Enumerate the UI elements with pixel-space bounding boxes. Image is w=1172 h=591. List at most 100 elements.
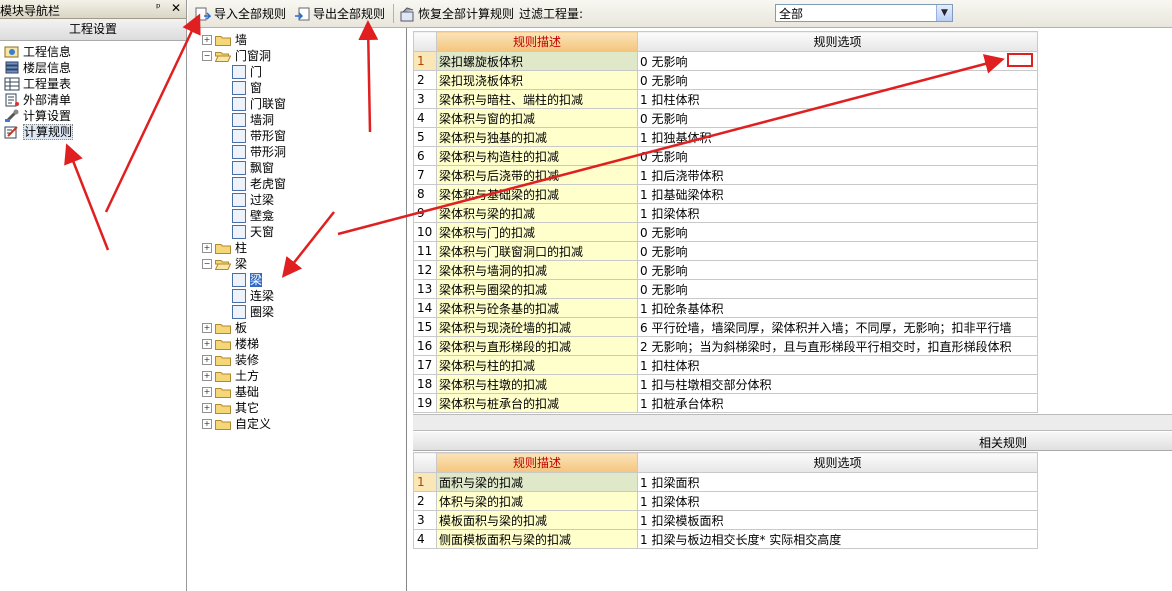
- rule-option-cell[interactable]: 1 扣梁体积: [637, 491, 1038, 511]
- rule-option-cell[interactable]: 6 平行砼墙，墙梁同厚，梁体积并入墙；不同厚，无影响；扣非平行墙: [637, 317, 1038, 337]
- rule-desc-header[interactable]: 规则描述: [436, 452, 638, 473]
- rule-option-cell[interactable]: 1 扣梁体积: [637, 203, 1038, 223]
- table-row[interactable]: 7 梁体积与后浇带的扣减 1 扣后浇带体积: [413, 165, 1038, 185]
- expand-icon[interactable]: +: [202, 354, 212, 365]
- rule-option-cell[interactable]: 1 扣梁与板边相交长度* 实际相交高度: [637, 529, 1038, 549]
- tree-node[interactable]: + 装修: [202, 351, 259, 367]
- rule-option-cell[interactable]: 1 扣柱体积: [637, 89, 1038, 109]
- table-row[interactable]: 4 梁体积与窗的扣减 0 无影响: [413, 108, 1038, 128]
- tree-node[interactable]: 连梁: [232, 287, 274, 303]
- import-all-rules-button[interactable]: 导入全部规则: [195, 5, 286, 23]
- rule-option-cell[interactable]: 1 扣梁面积: [637, 472, 1038, 492]
- rule-option-cell[interactable]: 0 无影响: [637, 260, 1038, 280]
- table-row[interactable]: 2 体积与梁的扣减 1 扣梁体积: [413, 491, 1038, 511]
- rule-option-cell[interactable]: 1 扣基础梁体积: [637, 184, 1038, 204]
- tree-node[interactable]: 老虎窗: [232, 175, 286, 191]
- table-row[interactable]: 3 模板面积与梁的扣减 1 扣梁模板面积: [413, 510, 1038, 530]
- table-row[interactable]: 2 梁扣现浇板体积 0 无影响: [413, 70, 1038, 90]
- table-row[interactable]: 13 梁体积与圈梁的扣减 0 无影响: [413, 279, 1038, 299]
- table-row[interactable]: 1 面积与梁的扣减 1 扣梁面积: [413, 472, 1038, 492]
- table-row[interactable]: 8 梁体积与基础梁的扣减 1 扣基础梁体积: [413, 184, 1038, 204]
- nav-item-quantity-table[interactable]: 工程量表: [4, 75, 71, 91]
- tree-node[interactable]: + 自定义: [202, 415, 271, 431]
- nav-item-external-list[interactable]: 外部清单: [4, 91, 71, 107]
- rule-option-header[interactable]: 规则选项: [637, 452, 1038, 473]
- rule-option-cell[interactable]: 2 无影响；当为斜梯梁时，且与直形梯段平行相交时，扣直形梯段体积: [637, 336, 1038, 356]
- expand-icon[interactable]: +: [202, 34, 212, 45]
- rule-option-cell[interactable]: 0 无影响: [637, 146, 1038, 166]
- tree-node[interactable]: 带形窗: [232, 127, 286, 143]
- chevron-down-icon[interactable]: ▼: [936, 5, 952, 21]
- tree-node[interactable]: 窗: [232, 79, 262, 95]
- rule-option-cell[interactable]: 1 扣与柱墩相交部分体积: [637, 374, 1038, 394]
- tree-node[interactable]: 门: [232, 63, 262, 79]
- table-row[interactable]: 15 梁体积与现浇砼墙的扣减 6 平行砼墙，墙梁同厚，梁体积并入墙；不同厚，无影响；…: [413, 317, 1038, 337]
- filter-quantity-select[interactable]: 全部 ▼: [775, 4, 953, 22]
- rule-option-cell[interactable]: 0 无影响: [637, 51, 1038, 71]
- rule-option-cell[interactable]: 0 无影响: [637, 279, 1038, 299]
- expand-icon[interactable]: +: [202, 338, 212, 349]
- tree-node[interactable]: 飘窗: [232, 159, 274, 175]
- tree-node[interactable]: + 其它: [202, 399, 259, 415]
- tree-node[interactable]: 壁龛: [232, 207, 274, 223]
- table-row[interactable]: 3 梁体积与暗柱、端柱的扣减 1 扣柱体积: [413, 89, 1038, 109]
- expand-icon[interactable]: +: [202, 322, 212, 333]
- table-row[interactable]: 9 梁体积与梁的扣减 1 扣梁体积: [413, 203, 1038, 223]
- table-row[interactable]: 12 梁体积与墙洞的扣减 0 无影响: [413, 260, 1038, 280]
- expand-icon[interactable]: +: [202, 370, 212, 381]
- collapse-icon[interactable]: −: [202, 258, 212, 269]
- rule-option-cell[interactable]: 0 无影响: [637, 70, 1038, 90]
- tree-node[interactable]: + 基础: [202, 383, 259, 399]
- rule-option-cell[interactable]: 0 无影响: [637, 108, 1038, 128]
- table-row[interactable]: 18 梁体积与柱墩的扣减 1 扣与柱墩相交部分体积: [413, 374, 1038, 394]
- tree-node[interactable]: 天窗: [232, 223, 274, 239]
- expand-icon[interactable]: +: [202, 418, 212, 429]
- table-row[interactable]: 19 梁体积与桩承台的扣减 1 扣桩承台体积: [413, 393, 1038, 413]
- expand-icon[interactable]: +: [202, 402, 212, 413]
- tree-node[interactable]: 梁: [232, 271, 263, 287]
- restore-all-rules-button[interactable]: 恢复全部计算规则: [399, 5, 514, 23]
- tree-node[interactable]: 带形洞: [232, 143, 286, 159]
- table-row[interactable]: 10 梁体积与门的扣减 0 无影响: [413, 222, 1038, 242]
- close-icon[interactable]: ✕: [171, 1, 181, 15]
- rule-option-cell[interactable]: 1 扣桩承台体积: [637, 393, 1038, 413]
- table-row[interactable]: 16 梁体积与直形梯段的扣减 2 无影响；当为斜梯梁时，且与直形梯段平行相交时，扣直…: [413, 336, 1038, 356]
- table-row[interactable]: 1 梁扣螺旋板体积 0 无影响: [413, 51, 1038, 71]
- table-row[interactable]: 14 梁体积与砼条基的扣减 1 扣砼条基体积: [413, 298, 1038, 318]
- tree-node[interactable]: 门联窗: [232, 95, 286, 111]
- tree-node[interactable]: + 土方: [202, 367, 259, 383]
- tree-node[interactable]: 圈梁: [232, 303, 274, 319]
- rule-option-cell[interactable]: 1 扣梁模板面积: [637, 510, 1038, 530]
- rule-desc-header[interactable]: 规则描述: [436, 31, 638, 52]
- rule-option-cell[interactable]: 1 扣后浇带体积: [637, 165, 1038, 185]
- table-row[interactable]: 5 梁体积与独基的扣减 1 扣独基体积: [413, 127, 1038, 147]
- expand-icon[interactable]: +: [202, 242, 212, 253]
- table-row[interactable]: 4 侧面模板面积与梁的扣减 1 扣梁与板边相交长度* 实际相交高度: [413, 529, 1038, 549]
- rule-option-cell[interactable]: 1 扣独基体积: [637, 127, 1038, 147]
- panel-splitter[interactable]: [413, 414, 1172, 431]
- tree-node[interactable]: 过梁: [232, 191, 274, 207]
- nav-item-floor-info[interactable]: 楼层信息: [4, 59, 71, 75]
- table-row[interactable]: 6 梁体积与构造柱的扣减 0 无影响: [413, 146, 1038, 166]
- rule-option-cell[interactable]: 0 无影响: [637, 222, 1038, 242]
- nav-item-calc-settings[interactable]: 计算设置: [4, 107, 71, 123]
- rule-option-cell[interactable]: 0 无影响: [637, 241, 1038, 261]
- collapse-icon[interactable]: −: [202, 50, 212, 61]
- expand-icon[interactable]: +: [202, 386, 212, 397]
- rule-option-cell[interactable]: 1 扣砼条基体积: [637, 298, 1038, 318]
- tree-node[interactable]: + 柱: [202, 239, 247, 255]
- tree-node[interactable]: + 板: [202, 319, 247, 335]
- tree-node[interactable]: − 门窗洞: [202, 47, 271, 63]
- nav-item-project-info[interactable]: 工程信息: [4, 43, 71, 59]
- tree-node[interactable]: 墙洞: [232, 111, 274, 127]
- table-row[interactable]: 17 梁体积与柱的扣减 1 扣柱体积: [413, 355, 1038, 375]
- tree-node[interactable]: − 梁: [202, 255, 247, 271]
- nav-group-header[interactable]: 工程设置: [0, 19, 186, 41]
- table-row[interactable]: 11 梁体积与门联窗洞口的扣减 0 无影响: [413, 241, 1038, 261]
- export-all-rules-button[interactable]: 导出全部规则: [294, 5, 385, 23]
- rule-option-cell[interactable]: 1 扣柱体积: [637, 355, 1038, 375]
- nav-item-calc-rules[interactable]: 计算规则: [4, 123, 74, 140]
- pin-icon[interactable]: ᵖ: [156, 1, 161, 14]
- tree-node[interactable]: + 楼梯: [202, 335, 259, 351]
- rule-option-header[interactable]: 规则选项: [637, 31, 1038, 52]
